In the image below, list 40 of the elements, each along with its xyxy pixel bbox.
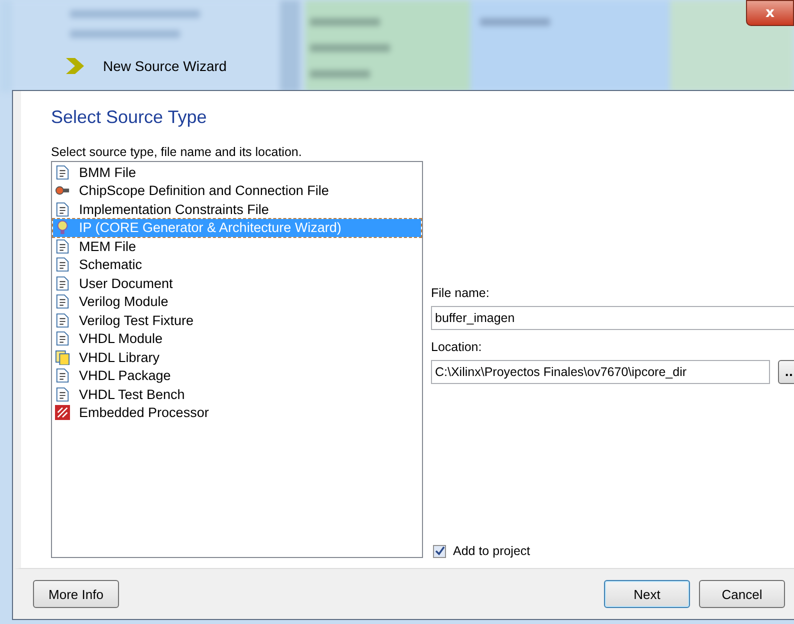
window-title: New Source Wizard [103,58,227,74]
file-name-field[interactable]: buffer_imagen [431,306,794,330]
source-type-item[interactable]: VHDL Test Bench [53,385,421,404]
file-icon [55,368,70,384]
file-icon [55,331,70,346]
list-label: Select source type, file name and its location. [51,145,303,159]
file-icon [55,386,70,402]
source-type-item[interactable]: Verilog Test Fixture [53,311,421,330]
source-type-item[interactable]: Verilog Module [53,292,421,311]
file-icon [55,312,70,328]
location-label: Location: [431,340,483,354]
source-type-item[interactable]: ChipScope Definition and Connection File [53,182,421,200]
source-type-item[interactable]: VHDL Package [53,366,421,385]
source-type-item[interactable]: Schematic [53,256,421,274]
file-icon [55,294,70,310]
folder-stack-icon [55,350,70,365]
add-to-project-label: Add to project [453,544,530,558]
chevron-logo-icon [66,58,86,74]
cancel-button[interactable]: Cancel [699,580,785,608]
source-type-item[interactable]: Embedded Processor [53,404,421,422]
source-type-item[interactable]: User Document [53,274,421,292]
source-type-item[interactable]: VHDL Module [53,330,421,348]
add-to-project-checkbox[interactable] [433,544,446,558]
file-icon [55,257,70,272]
source-type-item[interactable]: VHDL Library [53,348,421,366]
file-icon [55,164,70,180]
location-field[interactable]: C:\Xilinx\Proyectos Finales\ov7670\ipcore_dir [431,360,770,384]
page-heading: Select Source Type [51,107,208,128]
file-icon [55,202,70,217]
next-button[interactable]: Next [604,580,690,608]
source-type-item[interactable]: MEM File [53,237,421,256]
processor-icon [55,405,70,420]
source-type-item[interactable]: Implementation Constraints File [53,200,421,218]
file-icon [55,276,70,291]
file-icon [55,238,70,254]
more-info-button[interactable]: More Info [33,580,119,608]
file-name-label: File name: [431,286,490,300]
browse-button[interactable]: ... [778,360,794,384]
source-type-item[interactable]: BMM File [53,163,421,182]
lightbulb-icon [55,220,70,236]
